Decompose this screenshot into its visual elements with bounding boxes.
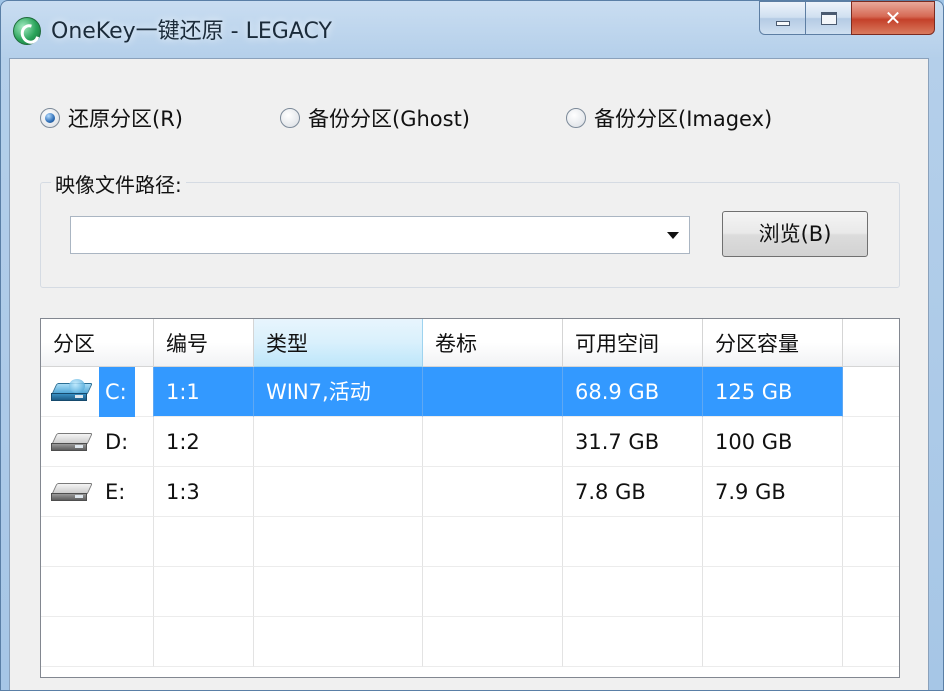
minimize-button[interactable] (759, 1, 805, 35)
minimize-icon (775, 20, 790, 26)
hard-drive-icon (51, 431, 95, 453)
column-header-free-space[interactable]: 可用空间 (563, 319, 703, 367)
radio-unselected-icon (566, 108, 586, 128)
table-row[interactable]: E: 1:3 7.8 GB 7.9 GB (41, 467, 899, 517)
volume-label-cell (423, 417, 563, 467)
volume-label-cell (423, 367, 563, 417)
type-cell (254, 467, 423, 517)
partition-cell: D: (41, 417, 154, 467)
partition-cell: E: (41, 467, 154, 517)
partition-list-header: 分区 编号 类型 卷标 可用空间 分区容量 (41, 319, 899, 367)
dropdown-arrow-icon[interactable] (667, 232, 679, 239)
image-path-group: 映像文件路径: 浏览(B) (40, 169, 900, 288)
table-row[interactable]: C: 1:1 WIN7,活动 68.9 GB 125 GB (41, 366, 899, 417)
number-cell: 1:2 (154, 417, 254, 467)
close-icon: ✕ (884, 6, 902, 30)
maximize-icon (820, 11, 837, 25)
number-cell: 1:1 (154, 367, 254, 417)
column-header-number[interactable]: 编号 (154, 319, 254, 367)
drive-letter: C: (99, 366, 135, 417)
close-button[interactable]: ✕ (851, 1, 935, 35)
capacity-cell: 100 GB (703, 417, 843, 467)
hard-drive-icon (51, 481, 95, 503)
image-path-label: 映像文件路径: (51, 169, 186, 198)
column-header-filler (843, 319, 899, 367)
free-space-cell: 68.9 GB (563, 367, 703, 417)
partition-cell: C: (41, 366, 154, 417)
drive-letter: E: (105, 479, 126, 504)
title-bar[interactable]: OneKey一键还原 - LEGACY ✕ (1, 1, 943, 57)
capacity-cell: 125 GB (703, 367, 843, 417)
backup-ghost-radio[interactable]: 备份分区(Ghost) (280, 103, 470, 133)
row-filler (843, 367, 899, 417)
partition-list[interactable]: 分区 编号 类型 卷标 可用空间 分区容量 C: 1:1 WIN7,活动 68. (40, 318, 900, 678)
backup-imagex-radio[interactable]: 备份分区(Imagex) (566, 103, 772, 133)
column-header-capacity[interactable]: 分区容量 (703, 319, 843, 367)
empty-row (41, 567, 899, 617)
radio-unselected-icon (280, 108, 300, 128)
mode-radio-group: 还原分区(R) 备份分区(Ghost) 备份分区(Imagex) (10, 103, 930, 137)
type-cell (254, 417, 423, 467)
drive-letter: D: (105, 429, 129, 454)
capacity-cell: 7.9 GB (703, 467, 843, 517)
backup-imagex-label: 备份分区(Imagex) (594, 107, 773, 131)
maximize-button[interactable] (805, 1, 851, 35)
browse-button[interactable]: 浏览(B) (722, 211, 868, 257)
table-row[interactable]: D: 1:2 31.7 GB 100 GB (41, 417, 899, 467)
image-path-combobox[interactable] (70, 216, 690, 254)
radio-selected-icon (40, 108, 60, 128)
backup-ghost-label: 备份分区(Ghost) (308, 107, 470, 131)
column-header-volume-label[interactable]: 卷标 (423, 319, 563, 367)
row-filler (843, 417, 899, 467)
free-space-cell: 31.7 GB (563, 417, 703, 467)
onekey-app-icon (13, 17, 41, 45)
restore-partition-radio[interactable]: 还原分区(R) (40, 103, 183, 133)
column-header-partition[interactable]: 分区 (41, 319, 154, 367)
window-controls: ✕ (759, 1, 935, 37)
type-cell: WIN7,活动 (254, 367, 423, 417)
free-space-cell: 7.8 GB (563, 467, 703, 517)
row-filler (843, 467, 899, 517)
column-header-type[interactable]: 类型 (254, 319, 423, 367)
restore-partition-label: 还原分区(R) (68, 107, 183, 131)
empty-row (41, 517, 899, 567)
app-window: OneKey一键还原 - LEGACY ✕ 还原分区(R) 备份分区(Ghost… (0, 0, 944, 691)
number-cell: 1:3 (154, 467, 254, 517)
volume-label-cell (423, 467, 563, 517)
empty-row (41, 617, 899, 667)
dialog-body: 还原分区(R) 备份分区(Ghost) 备份分区(Imagex) 映像文件路径:… (9, 58, 930, 690)
system-drive-icon (51, 378, 95, 403)
window-title: OneKey一键还原 - LEGACY (51, 19, 332, 44)
